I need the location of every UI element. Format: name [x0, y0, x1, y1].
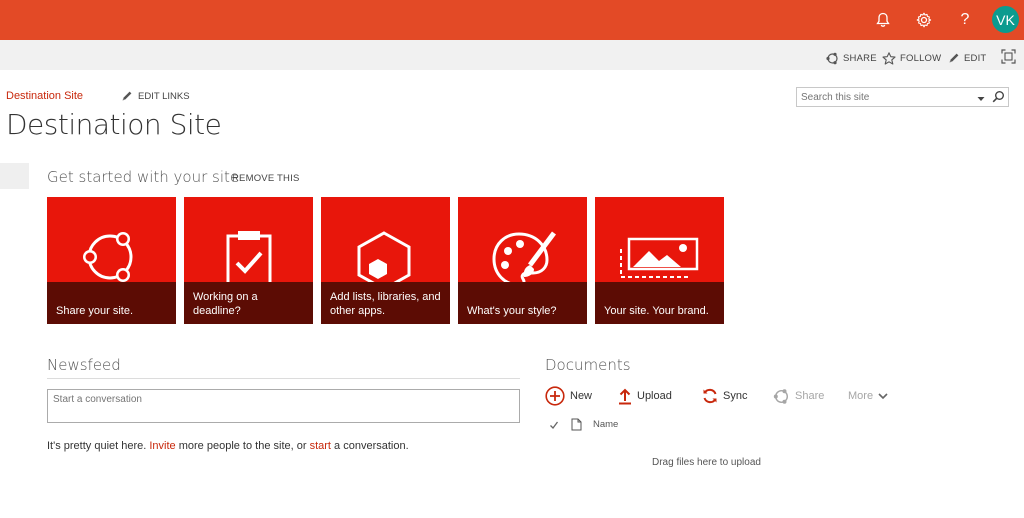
- tile-label: Working on a deadline?: [193, 290, 258, 318]
- tile-share-site[interactable]: Share your site.: [47, 197, 176, 324]
- edit-button[interactable]: EDIT: [948, 51, 986, 65]
- share-icon: [83, 232, 133, 282]
- help-icon[interactable]: ?: [951, 6, 979, 34]
- avatar[interactable]: VK: [992, 6, 1019, 33]
- document-icon: [571, 418, 582, 431]
- sync-button[interactable]: Sync: [702, 386, 747, 406]
- pencil-icon: [949, 53, 959, 63]
- sync-label: Sync: [723, 390, 748, 402]
- quiet-middle: more people to the site, or: [175, 440, 310, 452]
- upload-icon: [619, 388, 631, 405]
- share-icon: [826, 52, 838, 64]
- star-icon: [882, 51, 896, 65]
- gear-icon[interactable]: [910, 6, 938, 34]
- tile-label-line1: What's your style?: [467, 305, 557, 317]
- brand-image-icon: [620, 237, 699, 278]
- documents-column-header: Name: [549, 418, 618, 431]
- chevron-down-icon[interactable]: [976, 91, 986, 109]
- tile-label: Your site. Your brand.: [604, 304, 709, 318]
- suite-bar: ? VK: [0, 0, 1024, 40]
- avatar-initials: VK: [996, 11, 1015, 28]
- tile-brand[interactable]: Your site. Your brand.: [595, 197, 724, 324]
- upload-button[interactable]: Upload: [618, 386, 672, 406]
- tile-label: Share your site.: [56, 304, 133, 318]
- more-label: More: [848, 390, 874, 402]
- search-box: [796, 87, 1009, 107]
- drag-drop-message: Drag files here to upload: [652, 457, 761, 468]
- follow-button[interactable]: FOLLOW: [882, 51, 941, 65]
- help-glyph: ?: [960, 11, 970, 28]
- more-button[interactable]: More: [848, 386, 888, 406]
- share-document-button[interactable]: Share: [773, 386, 824, 406]
- share-icon: [773, 388, 789, 404]
- tile-deadline[interactable]: Working on a deadline?: [184, 197, 313, 324]
- tile-label: Add lists, libraries, and other apps.: [330, 290, 441, 318]
- follow-label: FOLLOW: [900, 52, 942, 64]
- left-nav-stub: [0, 163, 29, 189]
- column-name[interactable]: Name: [593, 419, 618, 430]
- start-link[interactable]: start: [310, 440, 331, 452]
- share-button[interactable]: SHARE: [826, 51, 877, 65]
- share-label: SHARE: [843, 52, 877, 64]
- add-circle-icon: [545, 386, 565, 406]
- tile-label-line1: Add lists, libraries, and: [330, 291, 441, 303]
- site-link[interactable]: Destination Site: [6, 90, 83, 102]
- get-started-title: Get started with your site: [47, 168, 240, 186]
- new-document-button[interactable]: New: [545, 386, 592, 406]
- documents-title: Documents: [545, 356, 631, 374]
- newsfeed-title: Newsfeed: [47, 356, 121, 374]
- tile-label-line1: Share your site.: [56, 305, 134, 317]
- search-icon[interactable]: [992, 90, 1005, 108]
- tile-style[interactable]: What's your style?: [458, 197, 587, 324]
- new-label: New: [570, 390, 593, 402]
- pencil-icon: [122, 91, 132, 101]
- focus-icon: [1001, 48, 1016, 64]
- tile-label-line2: deadline?: [193, 305, 241, 317]
- checkmark-icon[interactable]: [549, 420, 559, 430]
- conversation-input[interactable]: [47, 389, 520, 423]
- focus-mode-button[interactable]: [1001, 48, 1016, 64]
- quiet-suffix: a conversation.: [331, 440, 409, 452]
- edit-links-button[interactable]: EDIT LINKS: [121, 90, 190, 102]
- invite-link[interactable]: Invite: [149, 440, 175, 452]
- upload-label: Upload: [637, 390, 672, 402]
- share-label: Share: [795, 390, 825, 402]
- newsfeed-divider: [47, 378, 520, 379]
- remove-this-link[interactable]: REMOVE THIS: [232, 173, 299, 184]
- newsfeed-empty-message: It's pretty quiet here. Invite more peop…: [47, 440, 409, 452]
- tile-label-line1: Working on a: [193, 291, 258, 303]
- tile-add-apps[interactable]: Add lists, libraries, and other apps.: [321, 197, 450, 324]
- tile-label: What's your style?: [467, 304, 557, 318]
- quiet-prefix: It's pretty quiet here.: [47, 440, 150, 452]
- edit-links-label: EDIT LINKS: [138, 90, 190, 102]
- tile-label-line1: Your site. Your brand.: [604, 305, 709, 317]
- search-input[interactable]: [797, 88, 967, 106]
- page-title: Destination Site: [6, 108, 222, 141]
- ribbon: SHARE FOLLOW EDIT: [0, 40, 1024, 70]
- edit-label: EDIT: [964, 52, 987, 64]
- tile-label-line2: other apps.: [330, 305, 386, 317]
- bell-icon[interactable]: [869, 6, 897, 34]
- sync-icon: [703, 388, 717, 404]
- chevron-down-icon: [878, 393, 888, 400]
